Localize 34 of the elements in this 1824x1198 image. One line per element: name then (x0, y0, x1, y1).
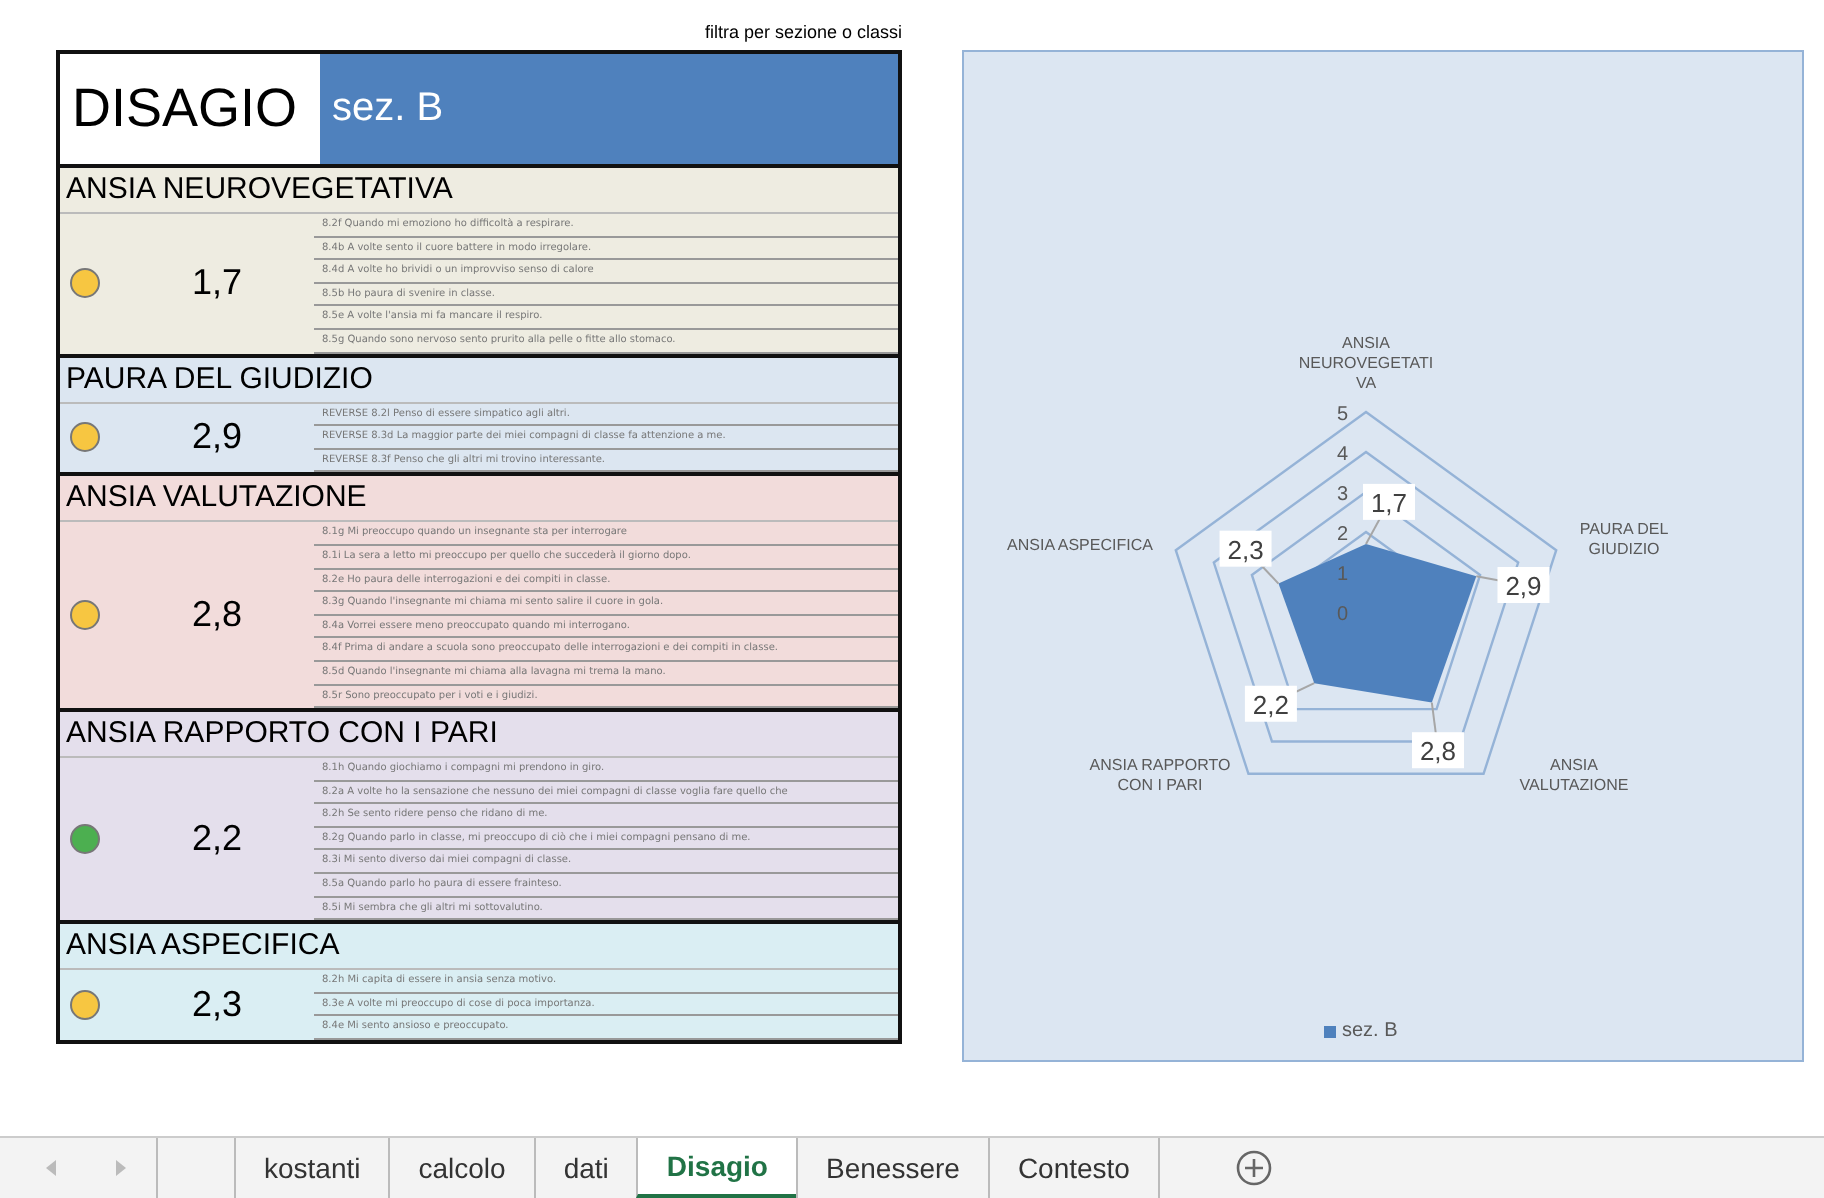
category-title: PAURA DEL GIUDIZIO (60, 357, 898, 404)
category-title: ANSIA NEUROVEGETATIVA (60, 168, 898, 214)
sheet-tab[interactable]: Contesto (987, 1138, 1158, 1198)
category-title: ANSIA ASPECIFICA (60, 924, 898, 971)
score-value: 2,8 (192, 594, 243, 637)
chart-legend: sez. B (1324, 1020, 1398, 1042)
score-value: 1,7 (192, 262, 243, 305)
axis-label: ANSIA ASPECIFICA (1005, 536, 1155, 556)
section-label: sez. B (320, 54, 898, 164)
data-label: 2,2 (1244, 685, 1297, 722)
score-value: 2,3 (192, 984, 243, 1027)
category-title: ANSIA VALUTAZIONE (60, 476, 898, 523)
scale-label: 4 (1336, 444, 1348, 466)
axis-label: ANSIA RAPPORTO CON I PARI (1087, 756, 1233, 796)
score-value: 2,2 (192, 818, 243, 861)
sheet-tab[interactable]: Benessere (796, 1138, 988, 1198)
sheet-tab[interactable]: Disagio (636, 1138, 796, 1198)
scale-label: 1 (1336, 564, 1348, 586)
scale-label: 5 (1336, 404, 1348, 426)
sheet-tab[interactable]: kostanti (234, 1138, 389, 1198)
scale-label: 0 (1336, 604, 1348, 626)
data-label: 2,9 (1497, 567, 1550, 603)
data-label: 2,3 (1219, 530, 1272, 567)
data-label: 1,7 (1363, 483, 1415, 520)
score-value: 2,9 (192, 416, 243, 459)
axis-label: ANSIA NEUROVEGETATIVA (1296, 334, 1436, 394)
axis-label: ANSIA VALUTAZIONE (1517, 756, 1631, 796)
filter-note: filtra per sezione o classi (704, 20, 902, 46)
axis-label: PAURA DEL GIUDIZIO (1577, 520, 1671, 560)
scale-label: 2 (1336, 524, 1348, 546)
data-label: 2,8 (1411, 732, 1464, 769)
category-title: ANSIA RAPPORTO CON I PARI (60, 712, 898, 759)
scale-label: 3 (1336, 484, 1348, 506)
sheet-tab[interactable]: calcolo (388, 1138, 534, 1198)
